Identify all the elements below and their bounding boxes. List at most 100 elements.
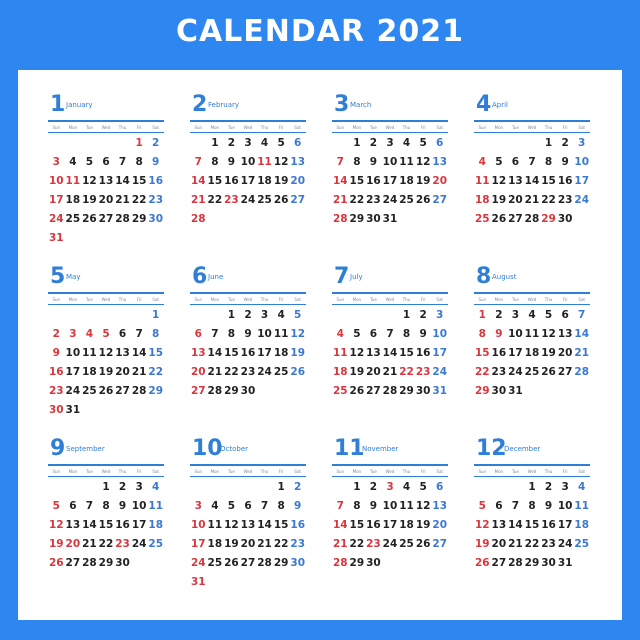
day-cell: 4 bbox=[336, 328, 344, 340]
day-cell: 28 bbox=[332, 213, 348, 225]
day-cell: 1 bbox=[211, 137, 219, 149]
day-cell: 24 bbox=[48, 213, 64, 225]
weekday-label: Sun bbox=[336, 125, 345, 130]
day-cell: 14 bbox=[382, 347, 398, 359]
weekday-label: Mon bbox=[494, 297, 504, 302]
day-cell: 2 bbox=[495, 309, 503, 321]
weekday-label: Thu bbox=[544, 297, 553, 302]
day-cell: 28 bbox=[332, 557, 348, 569]
blank-cell bbox=[332, 306, 349, 325]
day-cell: 7 bbox=[578, 309, 586, 321]
day-cell: 5 bbox=[419, 137, 427, 149]
day-cell: 24 bbox=[557, 538, 573, 550]
day-cell: 26 bbox=[415, 194, 431, 206]
month-march: 3 March Sun Mon Tue Wed Thu Fri Sat 1 2 3 4 5 6 7 8 9 10 11… bbox=[332, 88, 448, 248]
day-cell: 12 bbox=[541, 328, 556, 340]
day-cell: 23 bbox=[557, 194, 573, 206]
month-rule bbox=[48, 464, 164, 466]
day-cell: 11 bbox=[257, 156, 272, 168]
day-cell: 20 bbox=[557, 347, 573, 359]
weekday-label: Mon bbox=[68, 469, 78, 474]
day-cell: 6 bbox=[369, 328, 378, 340]
day-cell: 19 bbox=[290, 347, 306, 359]
weekday-label: Tue bbox=[370, 125, 377, 130]
month-october: 10 October Sun Mon Tue Wed Thu Fri Sat 1 2 3 4 5 6 7 8 9 1… bbox=[190, 432, 306, 592]
day-cell: 10 bbox=[131, 500, 147, 512]
day-cell: 27 bbox=[508, 213, 523, 225]
day-cell: 9 bbox=[369, 500, 378, 512]
day-cell: 11 bbox=[207, 519, 223, 531]
day-cell: 12 bbox=[415, 156, 431, 168]
day-cell: 16 bbox=[115, 519, 130, 531]
month-rule bbox=[332, 292, 448, 294]
weekday-label: Wed bbox=[385, 125, 395, 130]
weekday-label: Sat bbox=[152, 125, 159, 130]
day-cell: 19 bbox=[474, 538, 490, 550]
day-cell: 29 bbox=[474, 385, 490, 397]
day-cell: 22 bbox=[98, 538, 114, 550]
day-cell: 14 bbox=[508, 519, 523, 531]
day-cell: 28 bbox=[190, 213, 206, 225]
day-cell: 23 bbox=[366, 538, 381, 550]
day-cell: 22 bbox=[207, 194, 223, 206]
day-cell: 31 bbox=[65, 404, 81, 416]
weekday-label: Sun bbox=[478, 297, 487, 302]
day-cell: 30 bbox=[366, 557, 381, 569]
weekday-rule bbox=[48, 304, 164, 305]
day-cell: 27 bbox=[432, 538, 448, 550]
blank-cell bbox=[65, 134, 82, 153]
month-name: June bbox=[208, 273, 224, 281]
day-cell: 7 bbox=[386, 328, 394, 340]
day-cell: 12 bbox=[273, 156, 289, 168]
day-cell: 20 bbox=[65, 538, 81, 550]
day-cell: 11 bbox=[524, 328, 540, 340]
day-cell: 24 bbox=[190, 557, 206, 569]
day-cell: 26 bbox=[48, 557, 64, 569]
day-cell: 24 bbox=[131, 538, 147, 550]
weekday-label: Tue bbox=[370, 297, 377, 302]
day-cell: 29 bbox=[349, 213, 365, 225]
day-cell: 27 bbox=[366, 385, 381, 397]
day-cell: 22 bbox=[349, 194, 365, 206]
day-grid: 1 2 3 4 5 6 7 8 9 10 11 12 13 14 15 16 17 18 19 20 21 22 23 24 2… bbox=[190, 134, 306, 229]
day-cell: 21 bbox=[190, 194, 206, 206]
day-cell: 7 bbox=[135, 328, 143, 340]
day-cell: 9 bbox=[227, 156, 236, 168]
day-cell: 26 bbox=[82, 213, 97, 225]
day-cell: 19 bbox=[349, 366, 365, 378]
blank-cell bbox=[256, 478, 273, 497]
day-cell: 6 bbox=[69, 500, 77, 512]
month-name: April bbox=[492, 101, 508, 109]
month-january: 1 January Sun Mon Tue Wed Thu Fri Sat 1 2 3 4 5 6 7 8 9 10… bbox=[48, 88, 164, 248]
day-cell: 17 bbox=[432, 347, 448, 359]
weekday-label: Mon bbox=[494, 469, 504, 474]
month-rule bbox=[332, 464, 448, 466]
weekday-label: Wed bbox=[385, 469, 395, 474]
day-cell: 11 bbox=[332, 347, 348, 359]
day-cell: 15 bbox=[524, 519, 540, 531]
day-cell: 29 bbox=[273, 557, 289, 569]
weekday-label: Thu bbox=[260, 297, 269, 302]
day-cell: 3 bbox=[561, 481, 569, 493]
day-grid: 1 2 3 4 5 6 7 8 9 10 11 12 13 14 15 16 17 18 19 20 21 22 23 24 2… bbox=[474, 306, 590, 401]
day-cell: 19 bbox=[98, 366, 114, 378]
month-header: 8 August bbox=[474, 260, 590, 290]
day-cell: 9 bbox=[419, 328, 427, 340]
day-cell: 25 bbox=[257, 194, 272, 206]
day-cell: 6 bbox=[436, 137, 444, 149]
weekday-label: Tue bbox=[86, 125, 93, 130]
day-cell: 13 bbox=[366, 347, 381, 359]
weekday-label: Wed bbox=[385, 297, 395, 302]
month-number: 4 bbox=[476, 92, 492, 117]
day-cell: 4 bbox=[85, 328, 94, 340]
weekday-label: Sat bbox=[578, 297, 585, 302]
day-cell: 26 bbox=[541, 366, 556, 378]
day-cell: 13 bbox=[190, 347, 206, 359]
day-cell: 5 bbox=[353, 328, 361, 340]
day-cell: 10 bbox=[190, 519, 206, 531]
month-november: 11 November Sun Mon Tue Wed Thu Fri Sat 1 2 3 4 5 6 7 8 9… bbox=[332, 432, 448, 592]
weekday-label: Fri bbox=[420, 469, 426, 474]
day-cell: 2 bbox=[294, 481, 302, 493]
weekday-label: Tue bbox=[228, 297, 235, 302]
day-cell: 6 bbox=[244, 500, 252, 512]
